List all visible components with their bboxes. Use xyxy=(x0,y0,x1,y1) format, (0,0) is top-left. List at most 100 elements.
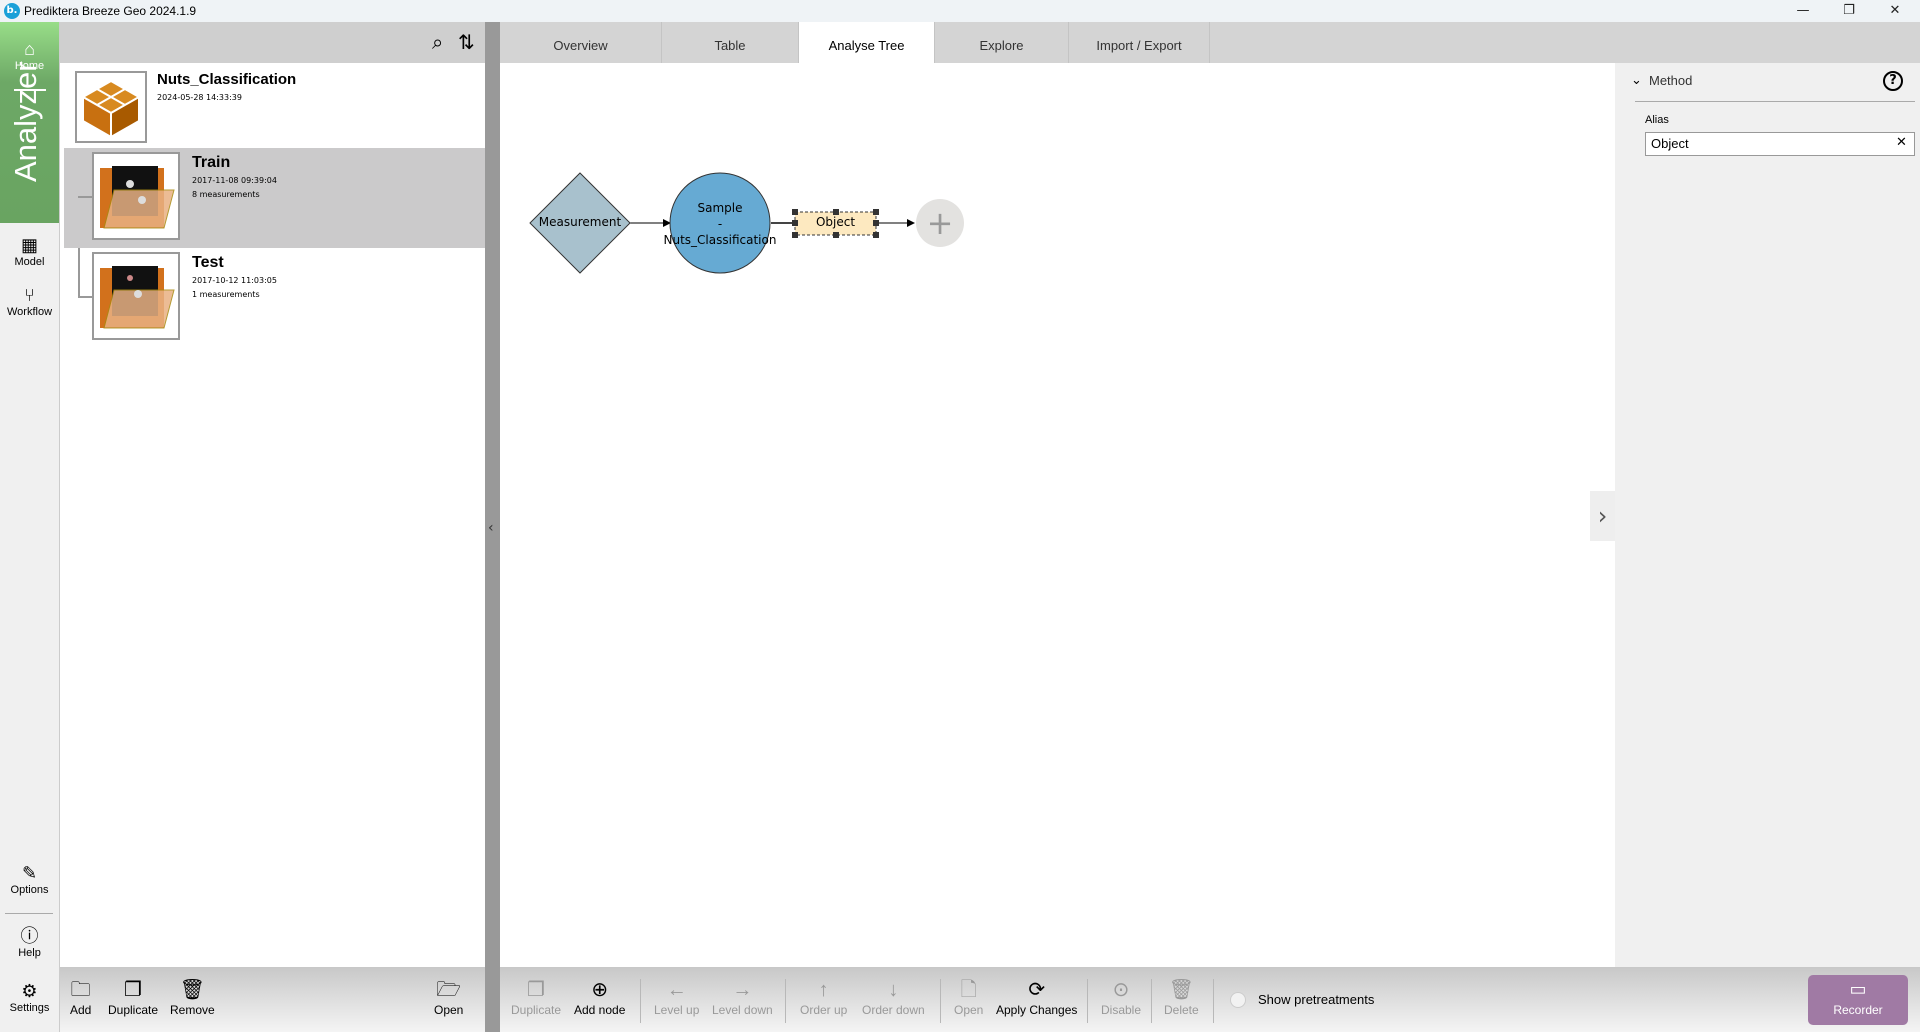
group-date: 2017-11-08 09:39:04 xyxy=(192,176,277,185)
add-label: Add xyxy=(70,1003,92,1017)
tab-explore[interactable]: Explore xyxy=(935,22,1069,63)
tab-import-export[interactable]: Import / Export xyxy=(1069,22,1210,63)
home-icon: ⌂ xyxy=(24,39,35,59)
group-name: Train xyxy=(192,154,231,171)
project-panel: ⌕ ⇅ Nuts_Classification 2024-05-28 14:33… xyxy=(60,22,485,967)
group-date: 2017-10-12 11:03:05 xyxy=(192,276,277,285)
open-button[interactable]: 🗁 Open xyxy=(434,977,463,1017)
open-label: Open xyxy=(434,1003,464,1017)
analyse-tree-canvas[interactable]: Measurement Sample - Nuts_Classification… xyxy=(500,63,1615,967)
collapse-left-icon[interactable]: ‹ xyxy=(488,520,494,536)
window-title: Prediktera Breeze Geo 2024.1.9 xyxy=(24,4,197,18)
group-item-train[interactable]: Train 2017-11-08 09:39:04 8 measurements xyxy=(64,148,485,248)
disable-label: Disable xyxy=(1101,1003,1142,1017)
delete-button[interactable]: 🗑 Delete xyxy=(1164,977,1199,1017)
add-button[interactable]: 🗀 Add xyxy=(70,977,91,1017)
add-node-button[interactable]: ⊕ Add node xyxy=(574,977,625,1017)
nav-help[interactable]: ⓘ Help xyxy=(0,925,59,959)
level-down-label: Level down xyxy=(712,1003,773,1017)
gear-icon: ⚙ xyxy=(21,981,38,1001)
search-icon[interactable]: ⌕ xyxy=(432,30,443,54)
project-toolbar: 🗀 Add ❐ Duplicate 🗑 Remove 🗁 Open xyxy=(60,967,485,1032)
group-name: Test xyxy=(192,254,224,271)
divider xyxy=(1635,101,1915,102)
open-node-button[interactable]: 🗋 Open xyxy=(954,977,983,1017)
nav-model[interactable]: ▦ Model xyxy=(0,234,59,268)
alias-input[interactable]: Object ✕ xyxy=(1645,132,1915,156)
maximize-button[interactable]: ❐ xyxy=(1826,0,1872,22)
tab-analyse-tree[interactable]: Analyse Tree xyxy=(799,22,935,63)
sort-icon[interactable]: ⇅ xyxy=(458,30,475,54)
alias-label: Alias xyxy=(1645,114,1669,126)
sample-node[interactable]: Sample - Nuts_Classification xyxy=(660,200,780,248)
arrow-left-icon: ← xyxy=(666,979,687,1001)
expand-right-panel-icon[interactable]: › xyxy=(1590,491,1615,541)
close-button[interactable]: ✕ xyxy=(1872,0,1918,22)
level-down-button[interactable]: → Level down xyxy=(712,977,773,1017)
nav-workflow-label: Workflow xyxy=(6,306,53,318)
separator xyxy=(1213,979,1214,1023)
level-up-label: Level up xyxy=(654,1003,700,1017)
clear-icon[interactable]: ✕ xyxy=(1896,135,1907,150)
duplicate-node-button[interactable]: ❐ Duplicate xyxy=(511,977,561,1017)
project-thumbnail[interactable] xyxy=(75,71,147,143)
tree-line xyxy=(78,296,92,298)
title-bar: b. Prediktera Breeze Geo 2024.1.9 — ❐ ✕ xyxy=(0,0,1920,22)
object-node[interactable]: Object xyxy=(795,215,876,229)
arrow-down-icon: ↓ xyxy=(888,979,899,1001)
group-item-test[interactable]: Test 2017-10-12 11:03:05 1 measurements xyxy=(64,248,485,348)
duplicate-button[interactable]: ❐ Duplicate xyxy=(108,977,158,1017)
workflow-icon: ⑂ xyxy=(24,285,35,305)
measurement-node[interactable]: Measurement xyxy=(530,215,630,229)
folder-plus-icon: 🗀 xyxy=(70,979,91,1001)
tab-overview[interactable]: Overview xyxy=(500,22,662,63)
toggle-icon: ⊙ xyxy=(1112,979,1130,1001)
divider xyxy=(5,913,53,914)
open-file-icon: 🗋 xyxy=(960,979,977,1001)
disable-button[interactable]: ⊙ Disable xyxy=(1101,977,1141,1017)
add-node-label: Add node xyxy=(574,1003,626,1017)
arrow-right-icon: → xyxy=(732,979,753,1001)
nav-analyzer[interactable]: Analyzer xyxy=(8,61,44,182)
sample-node-name: Nuts_Classification xyxy=(663,233,777,247)
apply-changes-label: Apply Changes xyxy=(996,1003,1078,1017)
recorder-button[interactable]: ▭ Recorder xyxy=(1808,975,1908,1025)
order-down-button[interactable]: ↓ Order down xyxy=(862,977,925,1017)
nav-workflow[interactable]: ⑂ Workflow xyxy=(0,284,59,318)
method-header[interactable]: Method xyxy=(1649,73,1692,88)
project-name[interactable]: Nuts_Classification xyxy=(157,71,296,88)
refresh-icon: ⟳ xyxy=(1028,979,1046,1001)
level-up-button[interactable]: ← Level up xyxy=(654,977,699,1017)
minimize-button[interactable]: — xyxy=(1780,0,1826,22)
tab-table[interactable]: Table xyxy=(662,22,799,63)
project-date: 2024-05-28 14:33:39 xyxy=(157,93,242,102)
trash-icon: 🗑 xyxy=(179,979,206,1001)
tree-edges xyxy=(529,172,964,274)
tree-toolbar: ❐ Duplicate ⊕ Add node ← Level up → Level do… xyxy=(500,967,1920,1032)
nav-settings[interactable]: ⚙ Settings xyxy=(0,980,59,1014)
separator xyxy=(1151,979,1152,1023)
group-count: 8 measurements xyxy=(192,190,260,199)
apply-changes-button[interactable]: ⟳ Apply Changes xyxy=(996,977,1077,1017)
show-pretreatments-checkbox[interactable] xyxy=(1230,992,1246,1008)
duplicate-icon: ❐ xyxy=(527,979,545,1001)
tab-bar: Overview Table Analyse Tree Explore Impo… xyxy=(500,22,1920,63)
method-collapse-icon[interactable]: ⌄ xyxy=(1631,73,1642,88)
show-pretreatments-label[interactable]: Show pretreatments xyxy=(1258,992,1374,1007)
help-icon: ⓘ xyxy=(20,926,39,946)
order-up-button[interactable]: ↑ Order up xyxy=(800,977,847,1017)
pencil-icon: ✎ xyxy=(21,863,38,883)
folder-open-icon: 🗁 xyxy=(436,979,462,1001)
folder-thumbnail xyxy=(92,252,180,340)
recorder-label: Recorder xyxy=(1833,1003,1883,1017)
delete-label: Delete xyxy=(1164,1003,1199,1017)
folder-image-icon xyxy=(100,166,175,229)
folder-thumbnail xyxy=(92,152,180,240)
nav-help-label: Help xyxy=(18,947,41,959)
add-node-icon[interactable]: + xyxy=(916,203,964,243)
panel-splitter[interactable]: ‹ xyxy=(485,22,500,1032)
remove-button[interactable]: 🗑 Remove xyxy=(170,977,215,1017)
help-icon[interactable]: ? xyxy=(1883,71,1903,91)
nav-options[interactable]: ✎ Options xyxy=(0,862,59,896)
open-label: Open xyxy=(954,1003,984,1017)
